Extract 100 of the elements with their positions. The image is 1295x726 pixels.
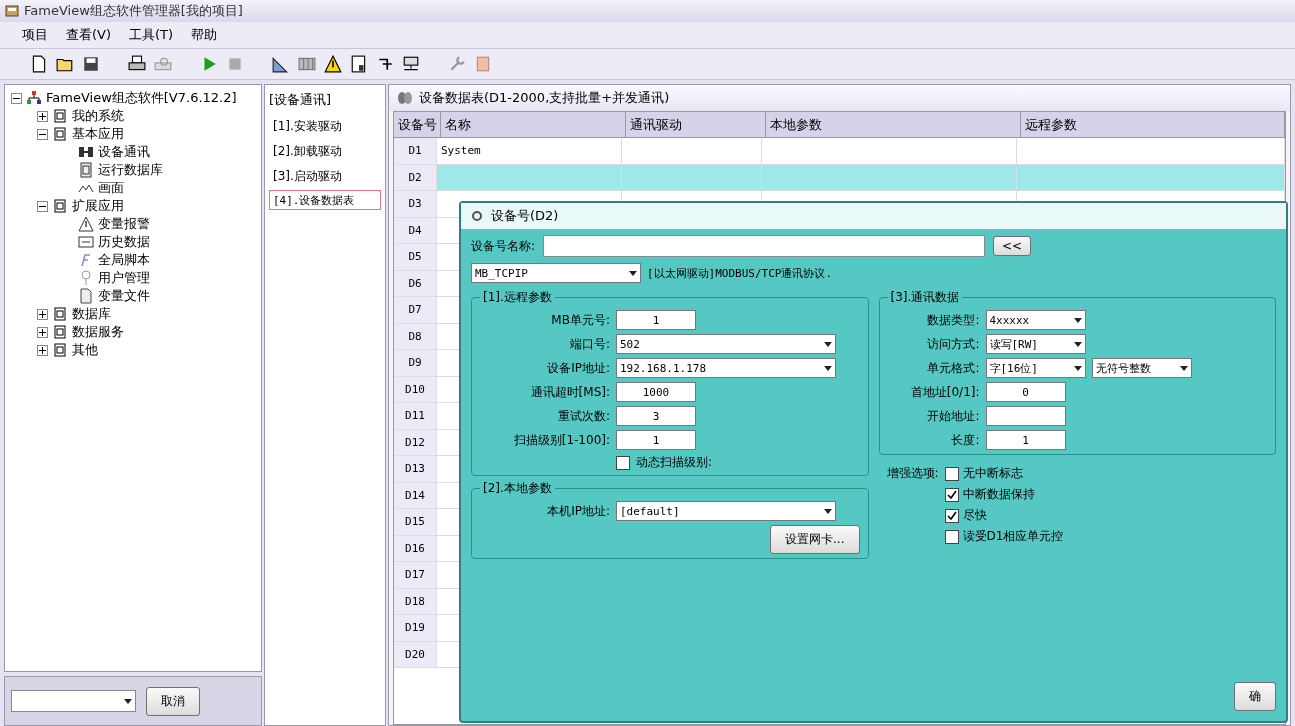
- tree-item[interactable]: 用户管理: [98, 269, 150, 287]
- tree-item[interactable]: 全局脚本: [98, 251, 150, 269]
- save-icon[interactable]: [82, 55, 100, 73]
- computer-icon[interactable]: [402, 55, 420, 73]
- field-label: 增强选项:: [886, 465, 939, 482]
- dropdown-field[interactable]: [11, 690, 136, 712]
- tree-item[interactable]: 变量文件: [98, 287, 150, 305]
- dropdown-field[interactable]: 502: [616, 334, 836, 354]
- file-icon: [78, 288, 94, 304]
- table-cell: D3: [408, 197, 422, 211]
- dropdown-field[interactable]: 192.168.1.178: [616, 358, 836, 378]
- input-field[interactable]: 1: [616, 430, 696, 450]
- field-label: 端口号:: [568, 335, 610, 353]
- field-label: 重试次数:: [556, 407, 610, 425]
- tree-item[interactable]: 运行数据库: [98, 161, 163, 179]
- table-cell: D20: [405, 647, 425, 661]
- expander-icon[interactable]: [11, 92, 22, 104]
- table-row[interactable]: D2: [394, 164, 1285, 191]
- table-cell: D15: [405, 515, 425, 529]
- input-field[interactable]: 3: [616, 406, 696, 426]
- dropdown-field[interactable]: 字[16位]: [985, 358, 1086, 378]
- tree-item[interactable]: 数据服务: [72, 323, 124, 341]
- table-cell: D13: [405, 462, 425, 476]
- tree-item[interactable]: 设备通讯: [98, 143, 150, 161]
- checkbox[interactable]: [944, 529, 959, 544]
- tree-item[interactable]: 变量报警: [98, 215, 150, 233]
- checkbox[interactable]: [616, 455, 630, 470]
- expander-icon[interactable]: [37, 308, 48, 320]
- table-cell: D14: [405, 488, 425, 502]
- field-label: 长度:: [950, 431, 980, 449]
- dropdown-field[interactable]: 4xxxxx: [985, 310, 1086, 330]
- dropdown-field[interactable]: [default]: [616, 501, 836, 521]
- input-field[interactable]: 1: [616, 310, 696, 330]
- expander-icon[interactable]: [37, 110, 48, 122]
- field-label: 访问方式:: [926, 335, 980, 353]
- group-title: [3].通讯数据: [889, 289, 961, 306]
- cancel-button[interactable]: 取消: [146, 686, 200, 716]
- comm-action-link[interactable]: [1].安装驱动: [269, 115, 381, 138]
- app-icon: [4, 3, 20, 19]
- menu-item[interactable]: 项目: [22, 26, 48, 44]
- dropdown-field[interactable]: 读写[RW]: [985, 334, 1086, 354]
- column-header[interactable]: 远程参数: [1021, 112, 1285, 138]
- table-cell: System: [441, 144, 481, 158]
- tree-item[interactable]: 扩展应用: [72, 197, 124, 215]
- document-icon[interactable]: [350, 55, 368, 73]
- field-label: 开始地址:: [926, 407, 980, 425]
- comm-action-link[interactable]: [2].卸载驱动: [269, 140, 381, 163]
- table-cell: D10: [405, 382, 425, 396]
- menu-item[interactable]: 工具(T): [129, 26, 174, 44]
- checkbox[interactable]: [944, 466, 959, 481]
- history-icon: [78, 234, 94, 250]
- input-field[interactable]: [543, 235, 986, 257]
- expander-icon[interactable]: [37, 344, 48, 356]
- comm-action-link[interactable]: [3].启动驱动: [269, 165, 381, 188]
- dropdown-field[interactable]: 无符号整数: [1091, 358, 1192, 378]
- tree-item[interactable]: 画面: [98, 179, 124, 197]
- column-header[interactable]: 本地参数: [766, 112, 1021, 138]
- table-row[interactable]: D1 System: [394, 138, 1285, 165]
- tree-item[interactable]: 历史数据: [98, 233, 150, 251]
- set-nic-button[interactable]: 设置网卡...: [770, 525, 860, 554]
- ok-button[interactable]: 确: [1234, 682, 1276, 711]
- collapse-button[interactable]: <<: [993, 236, 1032, 256]
- table-cell: D1: [408, 144, 422, 158]
- input-field[interactable]: 0: [985, 382, 1066, 402]
- group-title: [2].本地参数: [482, 480, 553, 497]
- input-field[interactable]: 1000: [616, 382, 696, 402]
- checkbox-label: 中断数据保持: [962, 486, 1035, 503]
- column-header[interactable]: 通讯驱动: [626, 112, 766, 138]
- new-file-icon[interactable]: [30, 55, 48, 73]
- driver-dropdown[interactable]: MB_TCPIP: [471, 263, 641, 283]
- checkbox[interactable]: [944, 487, 959, 502]
- menu-item[interactable]: 帮助: [191, 26, 218, 44]
- table-cell: D6: [408, 276, 422, 290]
- column-header[interactable]: 名称: [441, 112, 626, 138]
- table-cell: D9: [408, 356, 422, 370]
- user-icon: [78, 270, 94, 286]
- ruler-icon[interactable]: [272, 55, 290, 73]
- checkbox-label: 动态扫描级别:: [636, 454, 713, 471]
- field-label: MB单元号:: [550, 311, 610, 329]
- checkbox[interactable]: [944, 508, 959, 523]
- driver-description: [以太网驱动]MODBUS/TCP通讯协议.: [647, 265, 833, 281]
- expander-icon[interactable]: [37, 326, 48, 338]
- tree-item[interactable]: 基本应用: [72, 125, 124, 143]
- field-label: 通讯超时[MS]:: [529, 383, 610, 401]
- tree-item[interactable]: 我的系统: [72, 107, 124, 125]
- table-cell: D11: [405, 409, 425, 423]
- comm-action-link[interactable]: [4].设备数据表: [269, 190, 381, 210]
- tree-item[interactable]: 其他: [72, 341, 98, 359]
- tree-item[interactable]: 数据库: [72, 305, 111, 323]
- device-icon: [78, 144, 94, 160]
- grid-icon[interactable]: [298, 55, 316, 73]
- expander-icon[interactable]: [37, 200, 48, 212]
- menu-item[interactable]: 查看(V): [66, 26, 112, 44]
- print-icon[interactable]: [128, 55, 146, 73]
- expander-icon[interactable]: [37, 128, 48, 140]
- group-title: [1].远程参数: [482, 289, 553, 306]
- input-field[interactable]: 1: [985, 430, 1066, 450]
- input-field[interactable]: [985, 406, 1066, 426]
- warning-icon[interactable]: [324, 55, 342, 73]
- tree-item[interactable]: FameView组态软件[V7.6.12.2]: [46, 89, 237, 107]
